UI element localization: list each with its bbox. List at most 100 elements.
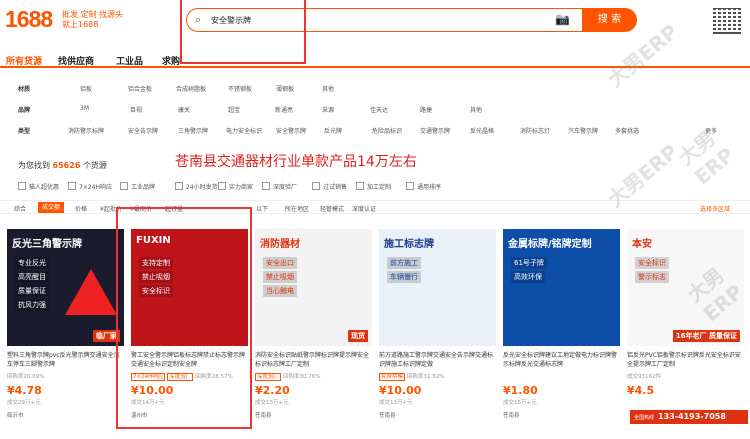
filter-option[interactable]: 三角警示牌 <box>178 126 208 135</box>
filter-option[interactable]: 合成树脂板 <box>176 84 206 93</box>
filter-checkbox[interactable]: 通用排序 <box>406 182 441 191</box>
filter-checkbox[interactable]: 过试销售 <box>312 182 347 191</box>
product-card[interactable]: 反光三角警示牌 专业反光 高亮醒目 质量保证 抗风力强 临厂家 塑料三角警示牌pvc反光警示… <box>7 229 124 439</box>
product-feature: 车辆慢行 <box>387 271 421 283</box>
product-price: ¥1.80 <box>503 384 538 397</box>
product-card[interactable]: 金属标牌/铭牌定制 61号子牌 高效环保反光安全标识牌建议工地定做电力标识牌警示标牌… <box>503 229 620 439</box>
sort-option[interactable]: 价格 <box>75 204 87 213</box>
product-badge: 16年老厂 质量保证 <box>672 330 740 342</box>
filter-option[interactable]: 反光牌 <box>324 126 342 135</box>
product-title[interactable]: 反光安全标识牌建议工地定做电力标识牌警示标牌反光交通标志牌 <box>503 351 620 369</box>
product-feature: 前方施工 <box>387 257 421 269</box>
product-card[interactable]: 消防器材 安全出口 禁止吸烟 当心触电 现货消防安全标识贴纸警示牌标识牌提示牌安全标识标… <box>255 229 372 439</box>
filter-row: 品牌 3M 目视 康关 超宝 新通亮 采源 佳天达 路捷 其他 <box>0 99 750 119</box>
qr-code <box>713 6 741 34</box>
filter-option[interactable]: 不锈钢板 <box>228 84 252 93</box>
product-title[interactable]: 消防安全标识贴纸警示牌标识牌提示牌安全标识标志牌工厂定制 <box>255 351 372 369</box>
product-meta: 回购率31.82% <box>407 374 445 380</box>
filter-row: 材质 铝板 铝合金板 合成树脂板 不锈钢板 薄钢板 其他 <box>0 78 750 98</box>
camera-icon[interactable]: 📷 <box>555 12 570 26</box>
filter-checkbox[interactable]: 工业品牌 <box>120 182 155 191</box>
product-tags: 深度验厂 回购率30.76% <box>255 372 372 382</box>
product-shop[interactable]: 临沂市 <box>7 411 124 419</box>
product-card[interactable]: 施工标志牌 前方施工 车辆慢行 前方道路施工警示牌交通安全告示牌交通标识牌施工标识牌定… <box>379 229 496 439</box>
product-feature: 安全出口 <box>263 257 297 269</box>
site-slogan: 批发 定制 找源头 就上1688 <box>62 10 124 29</box>
filter-checkbox[interactable]: 深度验厂 <box>262 182 297 191</box>
filter-checkboxes: 猫人超优惠 7×24H响应 工业品牌 24小时发货 实力商家 深度验厂 过试销售 加工定制 通用… <box>0 181 750 193</box>
filter-option[interactable]: 消防警示标牌 <box>68 126 104 135</box>
filter-option[interactable]: 铝合金板 <box>128 84 152 93</box>
sort-option[interactable]: 轻管模式 <box>320 204 344 213</box>
product-image[interactable]: 金属标牌/铭牌定制 61号子牌 高效环保 <box>503 229 620 346</box>
filter-option[interactable]: 安全警示牌 <box>276 126 306 135</box>
filter-more-button[interactable]: 更多 <box>705 126 717 135</box>
sort-option[interactable]: 所在地区 <box>285 204 309 213</box>
product-price: ¥4.5 <box>627 384 655 397</box>
sort-option[interactable]: 深度认证 <box>352 204 376 213</box>
product-feature: 高亮醒目 <box>15 271 49 283</box>
product-title[interactable]: 铝反光PVC铝板警示标识牌反光安全标识安全提示牌工厂定制 <box>627 351 744 369</box>
filter-option[interactable]: 消防标志灯 <box>520 126 550 135</box>
filter-option[interactable]: 反光晶格 <box>470 126 494 135</box>
product-image[interactable]: 施工标志牌 前方施工 车辆慢行 <box>379 229 496 346</box>
filter-option[interactable]: 佳天达 <box>370 105 388 114</box>
product-banner: 反光三角警示牌 <box>12 239 82 250</box>
product-tags <box>503 372 620 382</box>
product-image[interactable]: 消防器材 安全出口 禁止吸烟 当心触电 现货 <box>255 229 372 346</box>
sort-option[interactable]: 成交额 <box>38 202 65 213</box>
multi-region-link[interactable]: 选择多区域 <box>700 204 730 213</box>
filter-option[interactable]: 超宝 <box>228 105 240 114</box>
product-shop[interactable]: 苍南县 <box>255 411 372 419</box>
product-feature: 高效环保 <box>511 271 545 283</box>
product-banner: 本安 <box>632 239 652 250</box>
filter-checkbox[interactable]: 猫人超优惠 <box>18 182 59 191</box>
product-meta: 回购率20.69% <box>7 374 45 380</box>
product-card[interactable]: 本安 安全标识 警示标志 16年老厂 质量保证铝反光PVC铝板警示标识牌反光安全标识安… <box>627 229 744 439</box>
filter-option[interactable]: 多套挑选 <box>615 126 639 135</box>
filter-option[interactable]: 电力安全标识 <box>226 126 262 135</box>
filter-option[interactable]: 目视 <box>130 105 142 114</box>
filter-option[interactable]: 汽车警示牌 <box>568 126 598 135</box>
search-button[interactable]: 搜 索 <box>582 8 637 32</box>
sort-option[interactable]: 综合 <box>14 204 26 213</box>
filter-option[interactable]: 路捷 <box>420 105 432 114</box>
filter-option[interactable]: 铝板 <box>80 84 92 93</box>
tab-suppliers[interactable]: 找供应商 <box>58 54 94 67</box>
sort-bar: 综合 成交额 价格 ¥起批价 ¥最高价 起订量 以下 所在地区 轻管模式 深度认证 选择多区域 <box>0 200 750 214</box>
product-shop[interactable]: 苍南县 <box>503 411 620 419</box>
filter-checkbox[interactable]: 24小时发货 <box>175 182 218 191</box>
site-logo[interactable]: 1688 <box>5 6 53 33</box>
product-feature: 专业反光 <box>15 257 49 269</box>
warning-triangle-icon <box>65 269 117 315</box>
filter-option[interactable]: 薄钢板 <box>276 84 294 93</box>
product-title[interactable]: 塑料三角警示牌pvc反光警示牌交通安全汽车停车三脚警示牌 <box>7 351 124 369</box>
tab-purchase[interactable]: 求购 <box>162 54 180 67</box>
product-price: ¥10.00 <box>379 384 422 397</box>
product-image[interactable]: 反光三角警示牌 专业反光 高亮醒目 质量保证 抗风力强 临厂家 <box>7 229 124 346</box>
filter-checkbox[interactable]: 加工定制 <box>356 182 391 191</box>
filter-option[interactable]: 新通亮 <box>275 105 293 114</box>
filter-label: 品牌 <box>18 107 31 114</box>
tab-all-sources[interactable]: 所有货源 <box>6 54 42 67</box>
filter-option[interactable]: 交通警示牌 <box>420 126 450 135</box>
tab-industrial[interactable]: 工业品 <box>116 54 143 67</box>
filter-option[interactable]: 其他 <box>322 84 334 93</box>
product-title[interactable]: 前方道路施工警示牌交通安全告示牌交通标识牌施工标识牌定做 <box>379 351 496 369</box>
top-nav: 所有货源 找供应商 工业品 求购 <box>0 52 750 68</box>
filter-checkbox[interactable]: 实力商家 <box>218 182 253 191</box>
filter-row: 类型 消防警示标牌 安全告示牌 三角警示牌 电力安全标识 安全警示牌 反光牌 危险品标识 交通警… <box>0 120 750 140</box>
filter-option[interactable]: 3M <box>80 105 89 112</box>
product-meta: 成交93162件 <box>627 374 661 380</box>
product-shop[interactable]: 苍南县 <box>379 411 496 419</box>
filter-option[interactable]: 危险品标识 <box>372 126 402 135</box>
product-image[interactable]: 本安 安全标识 警示标志 16年老厂 质量保证 <box>627 229 744 346</box>
product-sold: 成交29万+元 <box>7 400 41 406</box>
filter-option[interactable]: 其他 <box>470 105 482 114</box>
filter-option[interactable]: 采源 <box>322 105 334 114</box>
filter-option[interactable]: 康关 <box>178 105 190 114</box>
product-price: ¥4.78 <box>7 384 42 397</box>
filter-checkbox[interactable]: 7×24H响应 <box>68 182 112 191</box>
sort-option[interactable]: 以下 <box>256 204 268 213</box>
filter-option[interactable]: 安全告示牌 <box>128 126 158 135</box>
